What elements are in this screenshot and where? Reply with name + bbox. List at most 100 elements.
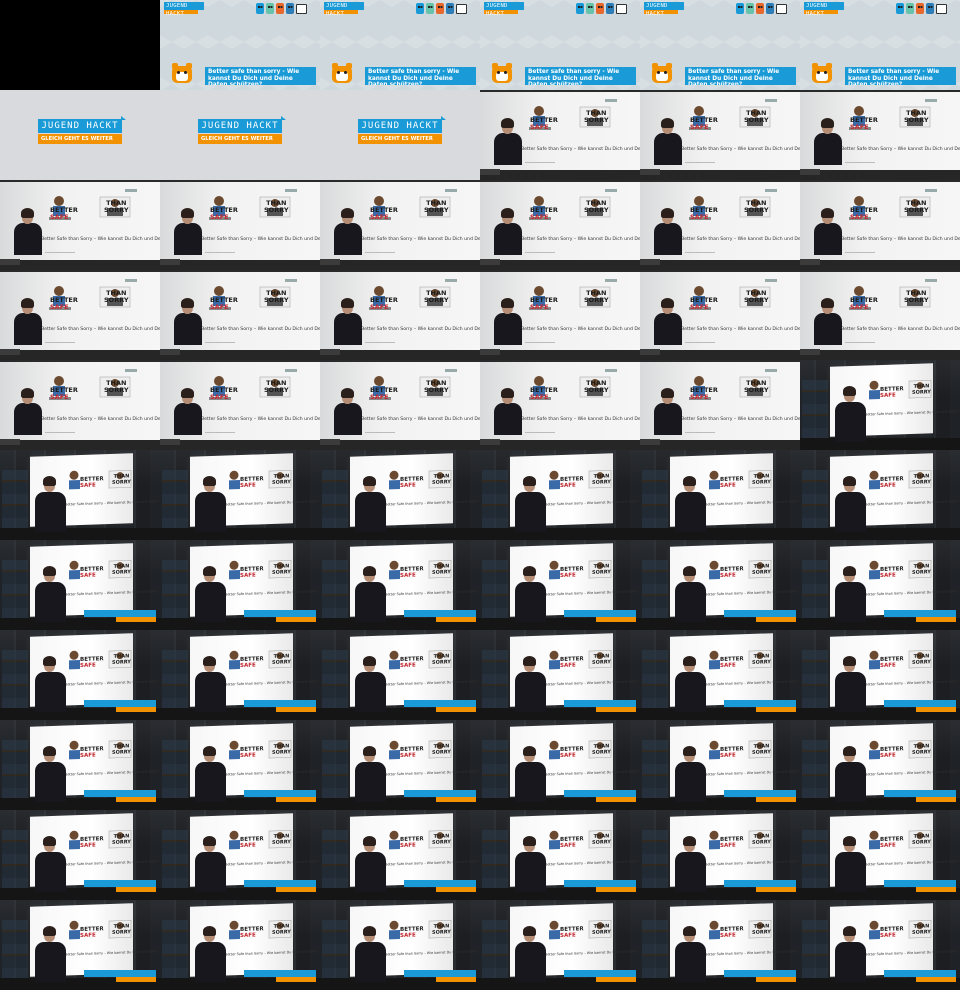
slide-footer (45, 342, 75, 344)
slide-than-sorry: THAN SORRY (272, 563, 291, 576)
robot-icon (446, 3, 454, 14)
laptop (640, 259, 660, 265)
slide-than-sorry: THAN SORRY (744, 199, 769, 214)
speaker-side-frame: BETTER SAFE THAN SORRY Better Safe than So… (480, 630, 640, 720)
speaker-side-frame: BETTER SAFE THAN SORRY Better Safe than So… (0, 450, 160, 540)
laptop (640, 169, 660, 175)
slide-than-sorry: THAN SORRY (264, 379, 289, 394)
slide-than-sorry: THAN SORRY (912, 833, 931, 846)
stage-floor (480, 350, 640, 360)
robot-icon (926, 3, 934, 14)
slide-footer (205, 252, 235, 254)
slide-than-sorry: THAN SORRY (584, 289, 609, 304)
slide-than-sorry: THAN SORRY (424, 199, 449, 214)
slide-better-safe: BETTER SAFE (560, 836, 584, 850)
laptop (160, 349, 180, 355)
bear-mascot-icon (651, 62, 673, 84)
slide-better-safe: BETTER SAFE (400, 746, 424, 760)
background-posters (482, 740, 508, 800)
background-posters (322, 740, 348, 800)
slide-subtitle: Better Safe than Sorry – Wie kannst Du D… (841, 237, 960, 242)
slide-better-safe: BETTER SAFE (530, 116, 558, 131)
background-posters (642, 650, 668, 710)
laptop (480, 169, 500, 175)
slide-than-sorry: THAN SORRY (912, 653, 931, 666)
slide-footer (525, 252, 555, 254)
slide-than-sorry: THAN SORRY (744, 379, 769, 394)
slide-than-sorry: THAN SORRY (432, 473, 451, 486)
speaker-front-frame: BETTER SAFE THAN SORRY Better Safe than So… (320, 360, 480, 450)
slide-logo (285, 369, 297, 372)
robot-icon (276, 3, 284, 14)
background-posters (322, 650, 348, 710)
speaker-side-frame: BETTER SAFE THAN SORRY Better Safe than So… (800, 450, 960, 540)
lower-third-banner (244, 700, 316, 714)
speaker-side-frame: BETTER SAFE THAN SORRY Better Safe than So… (800, 720, 960, 810)
robot-icons (576, 3, 627, 14)
robot-icon (426, 3, 434, 14)
robot-icons (896, 3, 947, 14)
slide-subtitle: Better Safe than Sorry – Wie kannst Du D… (41, 237, 160, 242)
slide-logo (925, 279, 937, 282)
speaker-side-frame: BETTER SAFE THAN SORRY Better Safe than So… (480, 450, 640, 540)
slide-than-sorry: THAN SORRY (912, 563, 931, 576)
robot-icon (896, 3, 904, 14)
speaker-front-frame: BETTER SAFE THAN SORRY Better Safe than So… (640, 360, 800, 450)
slide-better-safe: BETTER SAFE (370, 296, 398, 311)
speaker-front-frame: BETTER SAFE THAN SORRY Better Safe than So… (480, 90, 640, 180)
laptop (0, 349, 20, 355)
lectern (160, 528, 320, 540)
jugend-hackt-logo: JUGEND HACKT GLEICH GEHT ES WEITER (38, 116, 126, 144)
speaker-side-frame: BETTER SAFE THAN SORRY Better Safe than So… (320, 810, 480, 900)
background-posters (162, 830, 188, 890)
lower-third-banner (564, 970, 636, 984)
slide-than-sorry: THAN SORRY (904, 199, 929, 214)
slide-footer (685, 432, 715, 434)
lower-third-banner (724, 880, 796, 894)
slide-better-safe: BETTER SAFE (240, 836, 264, 850)
robot-icon (596, 3, 604, 14)
stage-floor (800, 260, 960, 270)
talk-title-banner: Better safe than sorry - Wie kannst Du D… (205, 67, 316, 85)
slide-logo (445, 189, 457, 192)
jugend-hackt-logo: JUGEND HACKT GLEICH GEHT ES WEITER (358, 116, 446, 144)
speaker-front-frame: BETTER SAFE THAN SORRY Better Safe than So… (800, 180, 960, 270)
slide-subtitle: Better Safe than Sorry – Wie kannst Du D… (521, 147, 640, 152)
background-posters (482, 920, 508, 980)
laptop (160, 439, 180, 445)
speaker-front-frame: BETTER SAFE THAN SORRY Better Safe than So… (640, 90, 800, 180)
lower-third-banner (84, 700, 156, 714)
speaker-front-frame: BETTER SAFE THAN SORRY Better Safe than So… (800, 270, 960, 360)
slide-better-safe: BETTER SAFE (400, 656, 424, 670)
stage-floor (480, 440, 640, 450)
slide-footer (525, 432, 555, 434)
slide-better-safe: BETTER SAFE (880, 656, 904, 670)
slide-better-safe: BETTER SAFE (80, 926, 104, 940)
speaker-side-frame: BETTER SAFE THAN SORRY Better Safe than So… (800, 900, 960, 990)
bear-mascot-icon (491, 62, 513, 84)
slide-better-safe: BETTER SAFE (880, 746, 904, 760)
lower-third-banner (564, 610, 636, 624)
speaker-side-frame: BETTER SAFE THAN SORRY Better Safe than So… (160, 540, 320, 630)
slide-footer (365, 342, 395, 344)
speaker-side-frame: BETTER SAFE THAN SORRY Better Safe than So… (160, 450, 320, 540)
speaker-side-frame: BETTER SAFE THAN SORRY Better Safe than So… (160, 630, 320, 720)
slide-better-safe: BETTER SAFE (400, 566, 424, 580)
slide-logo (125, 369, 137, 372)
stage-floor (640, 440, 800, 450)
slide-than-sorry: THAN SORRY (272, 923, 291, 936)
lower-third-banner (404, 790, 476, 804)
slide-better-safe: BETTER SAFE (240, 476, 264, 490)
stage-floor (640, 260, 800, 270)
speaker-side-frame: BETTER SAFE THAN SORRY Better Safe than So… (320, 540, 480, 630)
lower-third-banner (404, 700, 476, 714)
slide-better-safe: BETTER SAFE (560, 926, 584, 940)
logo-text: JUGEND HACKT (644, 2, 684, 17)
slide-than-sorry: THAN SORRY (424, 289, 449, 304)
stage-floor (800, 350, 960, 360)
lower-third-banner (244, 880, 316, 894)
speaker-side-frame: BETTER SAFE THAN SORRY Better Safe than So… (0, 810, 160, 900)
logo-text: JUGEND HACKT (38, 116, 126, 133)
slide-better-safe: BETTER SAFE (880, 476, 904, 490)
slide-footer (845, 162, 875, 164)
